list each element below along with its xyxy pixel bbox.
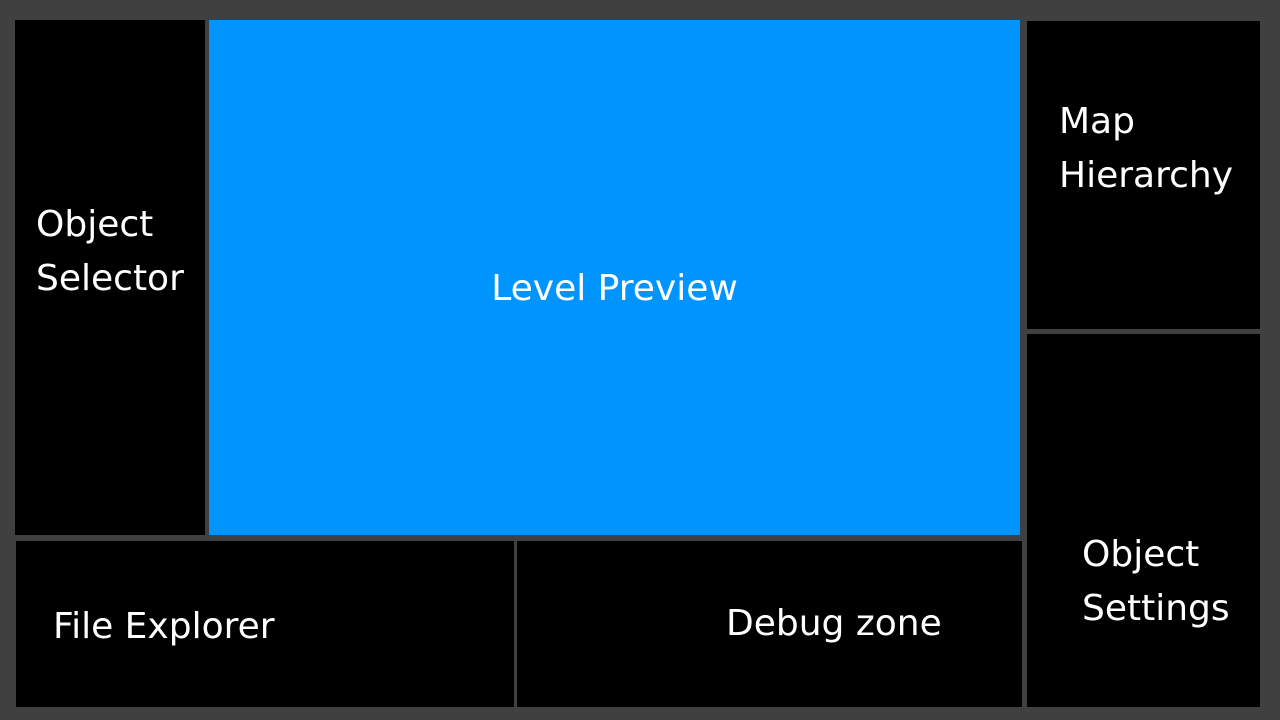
object-selector-panel: Object Selector — [15, 20, 205, 535]
level-preview-panel: Level Preview — [209, 20, 1020, 535]
object-settings-panel: Object Settings — [1027, 334, 1260, 707]
object-settings-label: Object Settings — [1082, 534, 1230, 629]
object-selector-label: Object Selector — [36, 204, 184, 299]
map-hierarchy-panel: Map Hierarchy — [1027, 21, 1260, 329]
debug-zone-label: Debug zone — [726, 603, 942, 644]
debug-zone-panel: Debug zone — [517, 541, 1022, 707]
file-explorer-panel: File Explorer — [16, 541, 514, 707]
map-hierarchy-label: Map Hierarchy — [1059, 101, 1234, 196]
level-preview-label: Level Preview — [491, 268, 738, 309]
file-explorer-label: File Explorer — [53, 606, 275, 647]
